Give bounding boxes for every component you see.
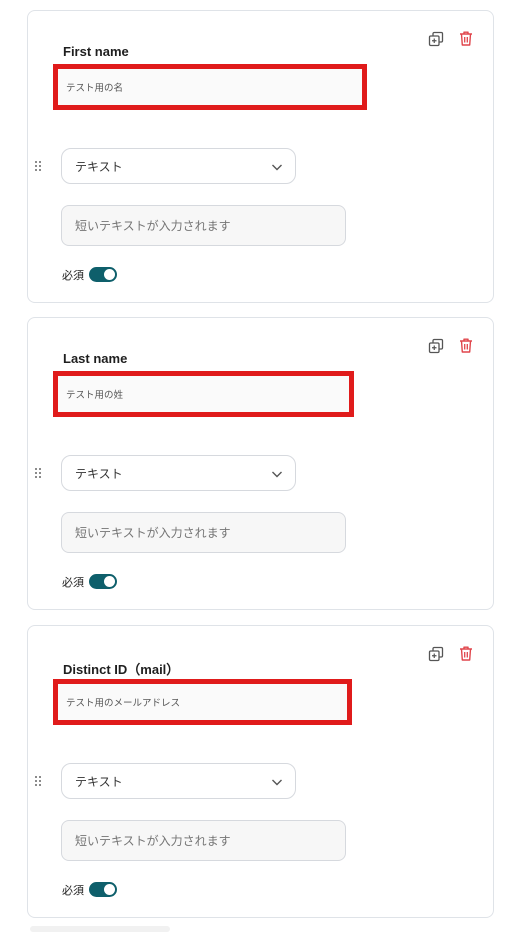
field-title: First name [63,44,129,59]
field-type-select[interactable]: テキスト [61,148,296,184]
field-title: Last name [63,351,128,366]
sample-value-box: テスト用の姓 [53,371,354,417]
copy-icon[interactable] [428,646,444,662]
chevron-down-icon [272,164,282,171]
drag-handle-icon[interactable] [34,160,42,172]
form-field-card: Distinct ID（mail） テスト用のメールアドレス テキスト 必須 [27,625,494,918]
field-type-value: テキスト [75,159,123,174]
trash-icon[interactable] [458,337,474,354]
sample-value-box: テスト用の名 [53,64,367,110]
required-label: 必須 [62,269,84,282]
sample-value: テスト用の名 [66,83,124,94]
trash-icon[interactable] [458,30,474,47]
sample-value-box: テスト用のメールアドレス [53,679,352,725]
chevron-down-icon [272,471,282,478]
required-label: 必須 [62,884,84,897]
field-input[interactable] [61,820,346,861]
chevron-down-icon [272,779,282,786]
field-input[interactable] [61,512,346,553]
required-toggle[interactable] [89,574,117,589]
copy-icon[interactable] [428,338,444,354]
drag-handle-icon[interactable] [34,775,42,787]
field-title: Distinct ID（mail） [63,662,180,677]
field-type-value: テキスト [75,774,123,789]
sample-value: テスト用のメールアドレス [66,698,181,709]
field-type-select[interactable]: テキスト [61,455,296,491]
required-label: 必須 [62,576,84,589]
field-type-value: テキスト [75,466,123,481]
required-toggle[interactable] [89,267,117,282]
field-input[interactable] [61,205,346,246]
required-toggle[interactable] [89,882,117,897]
copy-icon[interactable] [428,31,444,47]
form-field-card: Last name テスト用の姓 テキスト 必須 [27,317,494,610]
form-field-card: First name テスト用の名 テキスト 必須 [27,10,494,303]
drag-handle-icon[interactable] [34,467,42,479]
sample-value: テスト用の姓 [66,390,124,401]
next-card-edge [30,926,170,932]
field-type-select[interactable]: テキスト [61,763,296,799]
trash-icon[interactable] [458,645,474,662]
